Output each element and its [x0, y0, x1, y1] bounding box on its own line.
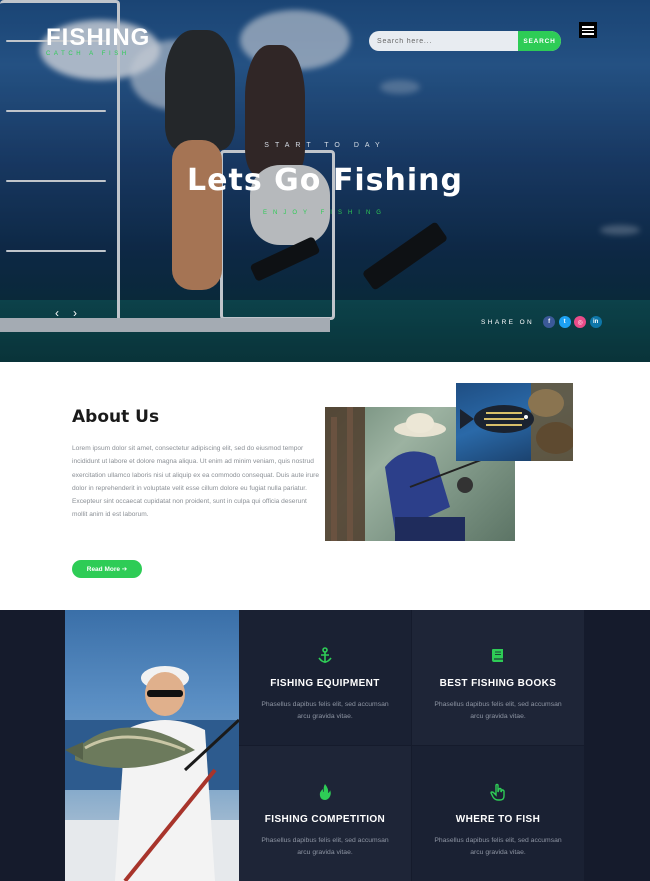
angler-illustration: [65, 666, 239, 881]
chevron-right-icon[interactable]: ›: [68, 306, 82, 320]
hero-text: START TO DAY Lets Go Fishing ENJOY FISHI…: [0, 142, 650, 216]
site-logo[interactable]: FISHING CATCH A FISH: [46, 24, 151, 58]
fish-illustration: [460, 383, 573, 461]
share-bar: SHARE ON f t ◎ in: [481, 316, 605, 328]
menu-toggle-button[interactable]: [579, 22, 597, 38]
dribbble-icon[interactable]: ◎: [574, 316, 587, 328]
service-title: FISHING COMPETITION: [264, 814, 386, 825]
hero-subtitle: START TO DAY: [264, 142, 386, 149]
hamburger-icon: [582, 29, 594, 31]
service-card[interactable]: FISHING COMPETITION Phasellus dapibus fe…: [239, 746, 411, 881]
hero-banner: FISHING CATCH A FISH SEARCH START TO DAY…: [0, 0, 650, 362]
fire-icon: [315, 782, 335, 802]
service-title: FISHING EQUIPMENT: [270, 678, 380, 689]
hand-pointer-icon: [488, 782, 508, 802]
chevron-left-icon[interactable]: ‹: [50, 306, 64, 320]
hamburger-icon: [582, 33, 594, 35]
anchor-icon: [315, 646, 335, 666]
read-more-button[interactable]: Read More ➔: [72, 560, 142, 578]
services-section: FISHING EQUIPMENT Phasellus dapibus feli…: [0, 610, 650, 881]
about-title: About Us: [72, 407, 160, 427]
linkedin-icon[interactable]: in: [589, 316, 602, 328]
search-button[interactable]: SEARCH: [518, 31, 561, 51]
slider-controls: ‹ ›: [50, 306, 82, 320]
service-card[interactable]: BEST FISHING BOOKS Phasellus dapibus fel…: [412, 610, 584, 745]
tropical-fish-photo: [456, 383, 573, 461]
angler-with-fish-photo: [65, 610, 239, 881]
hero-tagline: ENJOY FISHING: [263, 210, 387, 216]
about-body: Lorem ipsum dolor sit amet, consectetur …: [72, 445, 320, 519]
service-description: Phasellus dapibus felis elit, sed accums…: [261, 701, 389, 720]
service-title: WHERE TO FISH: [455, 814, 541, 825]
twitter-icon[interactable]: t: [558, 316, 571, 328]
logo-tagline: CATCH A FISH: [46, 51, 130, 57]
service-card[interactable]: WHERE TO FISH Phasellus dapibus felis el…: [412, 746, 584, 881]
service-title: BEST FISHING BOOKS: [439, 678, 557, 689]
search-bar: SEARCH: [369, 31, 561, 51]
hamburger-icon: [582, 26, 594, 28]
logo-name: FISHING: [46, 24, 151, 51]
service-card[interactable]: FISHING EQUIPMENT Phasellus dapibus feli…: [239, 610, 411, 745]
service-description: Phasellus dapibus felis elit, sed accums…: [434, 837, 562, 856]
service-description: Phasellus dapibus felis elit, sed accums…: [261, 837, 389, 856]
share-label: SHARE ON: [481, 318, 535, 326]
search-input[interactable]: [369, 31, 519, 51]
book-icon: [488, 646, 508, 666]
about-section: About Us Lorem ipsum dolor sit amet, con…: [0, 362, 650, 610]
hero-title: Lets Go Fishing: [187, 163, 463, 198]
facebook-icon[interactable]: f: [543, 316, 556, 328]
service-description: Phasellus dapibus felis elit, sed accums…: [434, 701, 562, 720]
